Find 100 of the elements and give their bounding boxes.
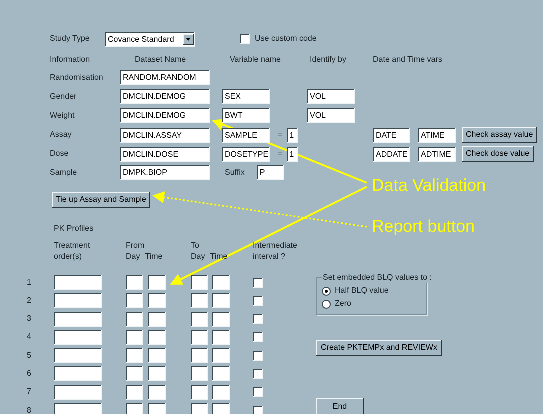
- time-field[interactable]: [148, 366, 166, 382]
- row-label: Gender: [50, 90, 78, 102]
- day-field[interactable]: [126, 366, 143, 382]
- value-field[interactable]: 1: [286, 128, 298, 142]
- day-field[interactable]: [126, 403, 143, 414]
- treatment-field[interactable]: [54, 403, 102, 414]
- time-field[interactable]: [148, 348, 166, 364]
- treatment-field[interactable]: [54, 330, 102, 345]
- row-number: 8: [27, 404, 32, 414]
- row-label: Randomisation: [50, 72, 104, 84]
- variable-field[interactable]: DOSETYPE: [222, 146, 270, 162]
- study-type-dropdown[interactable]: Covance Standard: [105, 32, 195, 46]
- annotation-label: Report button: [372, 218, 476, 235]
- radio-button[interactable]: [322, 300, 331, 308]
- dataset-field[interactable]: DMCLIN.DEMOG: [120, 89, 210, 104]
- day-field[interactable]: [191, 312, 208, 327]
- column-header: Day: [126, 251, 140, 262]
- day-field[interactable]: [126, 384, 143, 400]
- time-field[interactable]: [148, 312, 166, 327]
- time-field[interactable]: [212, 330, 230, 345]
- tie-up-button[interactable]: Tie up Assay and Sample: [52, 192, 150, 208]
- row-number: 3: [27, 313, 32, 326]
- day-field[interactable]: [191, 348, 208, 364]
- row-number: 6: [27, 368, 32, 380]
- interval-checkbox[interactable]: [253, 350, 263, 361]
- time-field[interactable]: [148, 403, 166, 414]
- day-field[interactable]: [191, 403, 208, 414]
- variable-field[interactable]: SEX: [222, 89, 270, 104]
- custom-code-label: Use custom code: [255, 33, 317, 45]
- day-field[interactable]: [191, 384, 208, 400]
- day-field[interactable]: [191, 275, 208, 290]
- variable-field[interactable]: SAMPLE: [222, 128, 270, 142]
- time-field[interactable]: [148, 293, 166, 308]
- dataset-field[interactable]: DMCLIN.ASSAY: [120, 128, 210, 142]
- treatment-field[interactable]: [54, 312, 102, 327]
- column-header: From: [126, 240, 146, 251]
- time-field[interactable]: [212, 348, 230, 364]
- day-field[interactable]: [126, 275, 143, 290]
- check-button[interactable]: Check dose value: [462, 146, 534, 162]
- time-field[interactable]: [212, 293, 230, 308]
- interval-checkbox[interactable]: [253, 332, 263, 342]
- dataset-field[interactable]: DMPK.BIOP: [120, 165, 210, 180]
- time-field[interactable]: [212, 384, 230, 400]
- time-field[interactable]: [212, 312, 230, 327]
- day-field[interactable]: [126, 348, 143, 364]
- treatment-field[interactable]: [54, 366, 102, 382]
- create-button[interactable]: Create PKTEMPx and REVIEWx: [316, 340, 442, 356]
- interval-checkbox[interactable]: [253, 278, 263, 288]
- date-field[interactable]: DATE: [373, 128, 410, 142]
- interval-checkbox[interactable]: [253, 406, 263, 414]
- column-header: Time: [145, 251, 163, 262]
- treatment-field[interactable]: [54, 348, 102, 364]
- custom-code-checkbox[interactable]: [240, 34, 250, 44]
- study-type-label: Study Type: [50, 33, 91, 45]
- time-field[interactable]: [212, 366, 230, 382]
- row-number: 7: [27, 386, 32, 398]
- day-field[interactable]: [126, 312, 143, 327]
- time-field[interactable]: [148, 275, 166, 290]
- column-header: Identify by: [309, 54, 348, 66]
- annotation-label: Data Validation: [372, 177, 486, 194]
- row-number: 5: [27, 350, 32, 362]
- time-field[interactable]: [148, 330, 166, 345]
- dataset-field[interactable]: RANDOM.RANDOM: [120, 70, 210, 85]
- section-title: PK Profiles: [54, 223, 95, 235]
- day-field[interactable]: [126, 330, 143, 345]
- value-field[interactable]: 1: [286, 146, 298, 162]
- interval-checkbox[interactable]: [253, 368, 263, 379]
- row-label: Dose: [50, 148, 70, 160]
- row-number: 2: [27, 294, 32, 307]
- column-header: Information: [50, 54, 92, 66]
- row-number: 4: [27, 331, 32, 344]
- time-field[interactable]: [148, 384, 166, 400]
- treatment-field[interactable]: [54, 275, 102, 290]
- suffix-field[interactable]: P: [256, 165, 284, 180]
- treatment-field[interactable]: [54, 293, 102, 308]
- row-label: Sample: [50, 166, 78, 178]
- treatment-field[interactable]: [54, 384, 102, 400]
- interval-checkbox[interactable]: [253, 296, 263, 306]
- dataset-field[interactable]: DMCLIN.DEMOG: [120, 108, 210, 123]
- equals-sign: =: [278, 129, 283, 141]
- date-field[interactable]: ADDATE: [373, 146, 410, 162]
- identify-field[interactable]: VOL: [307, 89, 355, 104]
- time-field[interactable]: [212, 403, 230, 414]
- variable-field[interactable]: BWT: [222, 108, 270, 123]
- check-button[interactable]: Check assay value: [462, 127, 538, 143]
- day-field[interactable]: [126, 293, 143, 308]
- column-header: Date and Time vars: [373, 54, 444, 66]
- day-field[interactable]: [191, 330, 208, 345]
- day-field[interactable]: [191, 366, 208, 382]
- day-field[interactable]: [191, 293, 208, 308]
- time-field[interactable]: ADTIME: [418, 146, 456, 162]
- identify-field[interactable]: VOL: [307, 108, 355, 123]
- time-field[interactable]: [212, 275, 230, 290]
- radio-button[interactable]: [322, 286, 331, 296]
- interval-checkbox[interactable]: [253, 314, 263, 324]
- time-field[interactable]: ATIME: [418, 128, 456, 142]
- end-button[interactable]: End: [316, 398, 364, 414]
- dataset-field[interactable]: DMCLIN.DOSE: [120, 146, 210, 162]
- column-header: Treatment order(s): [54, 240, 92, 263]
- interval-checkbox[interactable]: [253, 387, 263, 398]
